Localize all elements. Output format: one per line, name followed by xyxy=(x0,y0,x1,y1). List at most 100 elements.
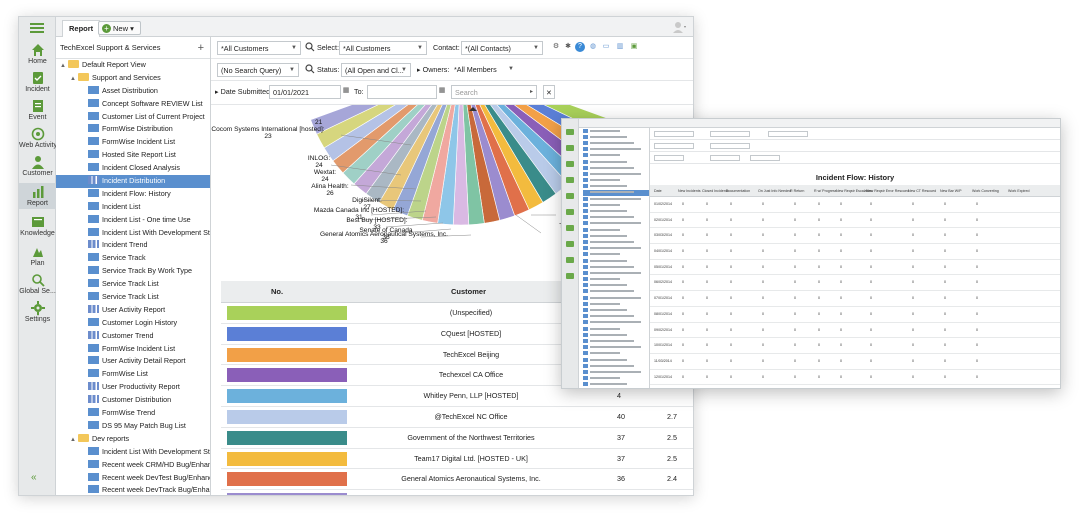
tree-item[interactable]: Concept Software REVIEW List xyxy=(56,98,210,111)
add-report-button[interactable]: + xyxy=(198,37,204,59)
overlay-tree-item[interactable] xyxy=(583,363,649,370)
tree-item[interactable]: Incident List With Development Sta xyxy=(56,227,210,240)
overlay-tree-item[interactable] xyxy=(583,270,649,277)
tree-item[interactable]: Incident List With Development Sta xyxy=(56,446,210,459)
overlay-tree-item[interactable] xyxy=(583,246,649,252)
overlay-tree-item[interactable] xyxy=(583,196,649,203)
nav-item-plan[interactable]: Plan xyxy=(19,243,56,269)
tree-item[interactable]: User Activity Detail Report xyxy=(56,355,210,368)
export-icon[interactable]: ▭ xyxy=(601,42,611,52)
collapse-icon[interactable]: « xyxy=(31,472,37,483)
table-row[interactable]: @TechExcel NC Office 40 2.7 xyxy=(221,407,693,428)
tree-folder[interactable]: ▲ Default Report View xyxy=(56,59,210,72)
overlay-tree-item[interactable] xyxy=(583,351,649,357)
nav-item-settings[interactable]: Settings xyxy=(19,299,56,325)
tree-item[interactable]: Recent week CRM/HD Bug/Enhanc xyxy=(56,459,210,472)
tree-item[interactable]: FormWise List xyxy=(56,368,210,381)
tree-item[interactable]: Customer Login History xyxy=(56,317,210,330)
tree-item[interactable]: Customer List of Current Project xyxy=(56,111,210,124)
owners-dropdown[interactable]: *All Members ▼ xyxy=(451,63,517,77)
overlay-tree-item[interactable] xyxy=(583,376,649,382)
calendar-from-icon[interactable]: ▦ xyxy=(341,86,351,96)
tree-item[interactable]: User Productivity Report xyxy=(56,381,210,394)
overlay-tree-item[interactable] xyxy=(583,345,649,351)
overlay-tree-item[interactable] xyxy=(583,283,649,289)
overlay-tree-item[interactable] xyxy=(583,159,649,166)
nav-item-web-activity[interactable]: Web Activity xyxy=(19,125,57,151)
hamburger-menu-icon[interactable] xyxy=(30,23,44,33)
overlay-tree-item[interactable] xyxy=(583,140,649,147)
tree-item[interactable]: FormWise Incident List xyxy=(56,343,210,356)
table-row[interactable]: Whitley Penn, LLP [HOSTED] 4 xyxy=(221,386,693,407)
overlay-tree-item[interactable] xyxy=(583,382,649,388)
overlay-tree-item[interactable] xyxy=(583,338,649,345)
overlay-tree-item[interactable] xyxy=(583,357,649,364)
overlay-tree-item[interactable] xyxy=(583,171,649,178)
overlay-tree-item[interactable] xyxy=(583,165,649,172)
overlay-tree-item[interactable] xyxy=(583,258,649,265)
tree-folder[interactable]: ▲ Support and Services xyxy=(56,72,210,85)
tree-item[interactable]: Incident Distribution xyxy=(56,175,210,188)
tree-item[interactable]: Hosted Site Report List xyxy=(56,149,210,162)
print-icon[interactable]: ▣ xyxy=(629,42,639,52)
overlay-tree-item[interactable] xyxy=(583,264,649,271)
nav-item-report[interactable]: Report xyxy=(19,183,56,209)
overlay-tree-item[interactable] xyxy=(583,277,649,283)
tree-item[interactable]: Service Track By Work Type xyxy=(56,265,210,278)
date-from-input[interactable]: 01/01/2021 xyxy=(269,85,341,99)
overlay-tree-item[interactable] xyxy=(583,233,649,240)
table-row[interactable]: Team17 Digital Ltd. [HOSTED - UK] 37 2.5 xyxy=(221,449,693,470)
tree-item[interactable]: FormWise Distribution xyxy=(56,123,210,136)
overlay-tree-item[interactable] xyxy=(583,227,649,234)
calendar-to-icon[interactable]: ▦ xyxy=(437,86,447,96)
overlay-tree-item[interactable] xyxy=(583,314,649,320)
new-tab-button[interactable]: + New ▾ xyxy=(98,21,141,35)
overlay-tree-item[interactable] xyxy=(583,239,649,246)
search-icon[interactable] xyxy=(305,42,315,52)
tree-item[interactable]: Recent week DevTrack Bug/Enhan xyxy=(56,484,210,495)
collapse-arrow-icon[interactable]: ▲ xyxy=(70,73,78,85)
tree-item[interactable]: Asset Distribution xyxy=(56,85,210,98)
tree-item[interactable]: Service Track List xyxy=(56,278,210,291)
overlay-tree-item[interactable] xyxy=(583,252,649,258)
gear-icon[interactable]: ⚙ xyxy=(551,42,561,52)
nav-item-home[interactable]: Home xyxy=(19,41,56,67)
tree-folder[interactable]: ▲ Dev reports xyxy=(56,433,210,446)
nav-item-customer[interactable]: Customer xyxy=(19,153,56,179)
collapse-arrow-icon[interactable]: ▲ xyxy=(60,60,68,72)
overlay-tree-item[interactable] xyxy=(583,320,649,326)
help-icon[interactable]: ? xyxy=(575,42,585,52)
tree-item[interactable]: Recent week DevTest Bug/Enhanc xyxy=(56,472,210,485)
query-search-icon[interactable] xyxy=(305,64,315,74)
table-row[interactable]: Government of the Northwest Territories 3… xyxy=(221,428,693,449)
settings-alt-icon[interactable]: ✱ xyxy=(563,42,573,52)
tab-report[interactable]: Report xyxy=(62,20,101,37)
overlay-tree-item[interactable] xyxy=(583,332,649,339)
nav-item-event[interactable]: Event xyxy=(19,97,56,123)
nav-item-global-se[interactable]: Global Se... xyxy=(19,271,56,297)
tree-item[interactable]: Service Track List xyxy=(56,291,210,304)
tree-item[interactable]: Incident List xyxy=(56,201,210,214)
overlay-tree-item[interactable] xyxy=(583,289,649,295)
table-row[interactable]: General Atomics Aeronautical Systems, In… xyxy=(221,469,693,491)
tree-item[interactable]: Incident Flow: History xyxy=(56,188,210,201)
overlay-tree-item[interactable] xyxy=(583,184,649,190)
overlay-tree-item[interactable] xyxy=(583,178,649,184)
globe-icon[interactable]: ◍ xyxy=(588,42,598,52)
customer-scope-select[interactable]: *All Customers ▼ xyxy=(217,41,301,55)
tree-item[interactable]: Customer Distribution xyxy=(56,394,210,407)
nav-item-incident[interactable]: Incident xyxy=(19,69,56,95)
tree-item[interactable]: Service Track xyxy=(56,252,210,265)
overlay-tree-item[interactable] xyxy=(583,190,649,197)
contact-dropdown[interactable]: *(All Contacts) ▼ xyxy=(461,41,543,55)
status-dropdown[interactable]: (All Open and Cl... ▼ xyxy=(341,63,411,77)
overlay-tree-item[interactable] xyxy=(583,202,649,209)
collapse-arrow-icon[interactable]: ▲ xyxy=(70,434,78,446)
overlay-tree-item[interactable] xyxy=(583,369,649,376)
date-to-input[interactable] xyxy=(367,85,437,99)
tree-item[interactable]: Incident List - One time Use xyxy=(56,214,210,227)
table-row[interactable]: Senate of Canada 36 2.4 xyxy=(221,490,693,495)
search-query-select[interactable]: (No Search Query) ▼ xyxy=(217,63,299,77)
tree-item[interactable]: DS 95 May Patch Bug List xyxy=(56,420,210,433)
tree-item[interactable]: Incident Closed Analysis xyxy=(56,162,210,175)
